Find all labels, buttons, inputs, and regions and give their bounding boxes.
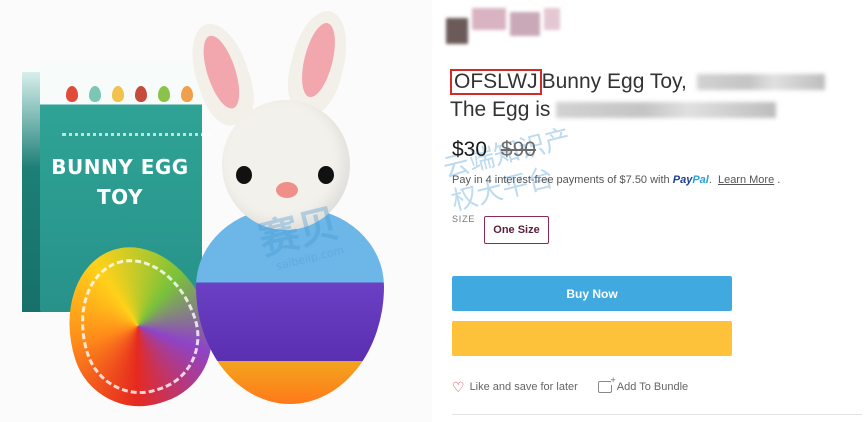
learn-more-link[interactable]: Learn More (718, 174, 774, 186)
title-text: The Egg is (450, 98, 551, 121)
mini-egg (66, 86, 78, 102)
bunny-egg-body (196, 208, 384, 404)
mini-egg (112, 86, 124, 102)
like-label: Like and save for later (469, 381, 578, 393)
bunny-nose (276, 182, 298, 198)
bundle-add-icon (597, 376, 616, 393)
store-name-blurred (446, 8, 564, 44)
buy-now-button[interactable]: Buy Now (452, 276, 732, 311)
like-save-button[interactable]: ♡ Like and save for later (452, 380, 578, 394)
product-title: OFSLWJ Bunny Egg Toy, The Egg is (450, 68, 862, 124)
box-title-line: TOY (97, 185, 143, 209)
mini-egg (158, 86, 170, 102)
mini-egg (181, 86, 193, 102)
price-current: $30 (452, 138, 488, 161)
price-row: $30 $90 (452, 138, 536, 162)
bunny-eye (236, 166, 252, 184)
paypal-logo-pay: Pay (672, 174, 693, 186)
title-redacted (696, 74, 825, 91)
bunny-eye (318, 166, 334, 184)
installment-suffix: . (708, 174, 712, 186)
box-title: BUNNY EGG TOY (44, 152, 196, 212)
heart-icon: ♡ (452, 379, 465, 395)
title-redacted (556, 102, 777, 119)
product-image[interactable]: BUNNY EGG TOY (0, 0, 432, 422)
bundle-label: Add To Bundle (616, 381, 689, 393)
learn-more-suffix: . (774, 174, 781, 186)
divider (452, 414, 862, 415)
price-original: $90 (500, 138, 536, 161)
box-title-line: BUNNY EGG (51, 155, 189, 179)
brand-name: OFSLWJ (450, 69, 542, 95)
product-info: OFSLWJ Bunny Egg Toy, The Egg is $30 $90 … (444, 0, 865, 422)
installment-message: Pay in 4 interest-free payments of $7.50… (452, 174, 780, 186)
add-to-bundle-button[interactable]: Add To Bundle (597, 376, 689, 393)
paypal-button[interactable] (452, 321, 732, 356)
title-text: Bunny Egg Toy, (541, 70, 693, 93)
secondary-actions: ♡ Like and save for later Add To Bundle (452, 376, 689, 394)
size-label: SIZE (452, 214, 476, 224)
toy-box-side (22, 72, 42, 312)
size-option-one-size[interactable]: One Size (484, 216, 549, 244)
bunny-head (222, 100, 350, 230)
box-lace (62, 120, 212, 136)
installment-text: Pay in 4 interest-free payments of $7.50… (452, 174, 670, 186)
box-egg-row (66, 76, 216, 104)
paypal-logo-pal: Pal (692, 174, 709, 186)
mini-egg (135, 86, 147, 102)
mini-egg (89, 86, 101, 102)
paypal-logo: PayPal (673, 174, 709, 186)
